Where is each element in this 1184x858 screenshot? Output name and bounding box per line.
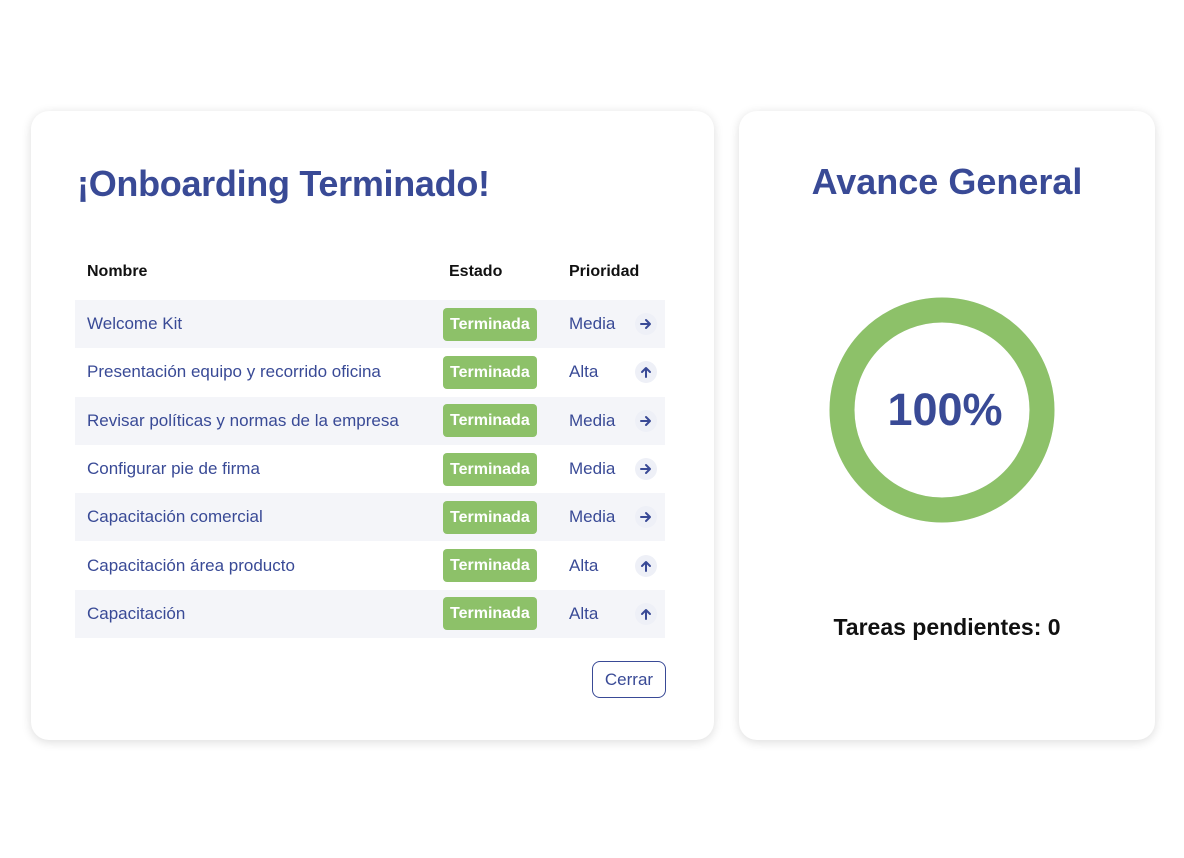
priority-label: Media: [569, 314, 616, 334]
task-priority-cell: Alta: [569, 361, 665, 384]
arrow-up-icon: [635, 361, 657, 384]
column-header-priority: Prioridad: [569, 263, 640, 280]
task-status-cell: Terminada: [441, 597, 569, 631]
task-name: Presentación equipo y recorrido oficina: [87, 362, 381, 382]
tasks-table: Nombre Estado Prioridad Welcome Kit Termi…: [75, 253, 665, 639]
table-body: Welcome Kit Terminada Media Presentación eq…: [75, 300, 665, 639]
task-priority-cell: Alta: [569, 554, 665, 577]
overall-progress-card: Avance General 100% Tareas pendientes: 0: [739, 111, 1155, 740]
table-row: Presentación equipo y recorrido oficina T…: [75, 348, 665, 396]
column-header-name: Nombre: [87, 263, 148, 280]
task-name: Configurar pie de firma: [87, 459, 260, 479]
task-priority-cell: Media: [569, 506, 665, 529]
progress-title: Avance General: [811, 161, 1083, 202]
task-status-cell: Terminada: [441, 307, 569, 341]
table-row: Capacitación área producto Terminada Alta: [75, 541, 665, 589]
task-priority-cell: Alta: [569, 602, 665, 625]
priority-label: Alta: [569, 362, 599, 382]
task-status-cell: Terminada: [441, 500, 569, 534]
task-priority-cell: Media: [569, 458, 665, 481]
task-priority-cell: Media: [569, 409, 665, 432]
priority-label: Media: [569, 459, 616, 479]
task-name: Revisar políticas y normas de la empresa: [87, 410, 399, 430]
arrow-up-icon: [635, 554, 657, 577]
table-row: Configurar pie de firma Terminada Media: [75, 445, 665, 493]
arrow-up-icon: [635, 602, 657, 625]
arrow-right-icon: [635, 313, 657, 336]
task-priority-cell: Media: [569, 313, 665, 336]
status-badge: Terminada: [443, 404, 537, 438]
column-header-status: Estado: [449, 263, 503, 280]
status-badge: Terminada: [443, 307, 537, 341]
priority-label: Media: [569, 507, 616, 527]
table-row: Capacitación Terminada Alta: [75, 589, 665, 639]
page-title: ¡Onboarding Terminado!: [77, 163, 490, 204]
status-badge: Terminada: [443, 597, 537, 631]
onboarding-tasks-card: ¡Onboarding Terminado! Nombre Estado Pri…: [31, 111, 714, 740]
task-name: Capacitación: [87, 603, 186, 623]
table-row: Welcome Kit Terminada Media: [75, 300, 665, 349]
arrow-right-icon: [635, 506, 657, 529]
task-status-cell: Terminada: [441, 452, 569, 486]
arrow-right-icon: [635, 409, 657, 432]
arrow-right-icon: [635, 458, 657, 481]
task-name: Capacitación comercial: [87, 507, 263, 527]
table-header: Nombre Estado Prioridad: [75, 253, 665, 291]
close-button[interactable]: Cerrar: [592, 661, 666, 698]
task-status-cell: Terminada: [441, 404, 569, 438]
pending-tasks-label: Tareas pendientes: 0: [833, 614, 1061, 640]
priority-label: Media: [569, 410, 616, 430]
progress-ring: 100%: [829, 297, 1055, 523]
priority-label: Alta: [569, 603, 599, 623]
task-status-cell: Terminada: [441, 549, 569, 583]
priority-label: Alta: [569, 555, 599, 575]
task-status-cell: Terminada: [441, 355, 569, 389]
status-badge: Terminada: [443, 452, 537, 486]
table-row: Capacitación comercial Terminada Media: [75, 493, 665, 542]
status-badge: Terminada: [443, 549, 537, 583]
task-name: Capacitación área producto: [87, 555, 295, 575]
progress-percent: 100%: [887, 384, 1003, 435]
status-badge: Terminada: [443, 500, 537, 534]
task-name: Welcome Kit: [87, 314, 183, 334]
page: ¡Onboarding Terminado! Nombre Estado Pri…: [0, 0, 1184, 858]
table-row: Revisar políticas y normas de la empresa…: [75, 396, 665, 445]
status-badge: Terminada: [443, 355, 537, 389]
